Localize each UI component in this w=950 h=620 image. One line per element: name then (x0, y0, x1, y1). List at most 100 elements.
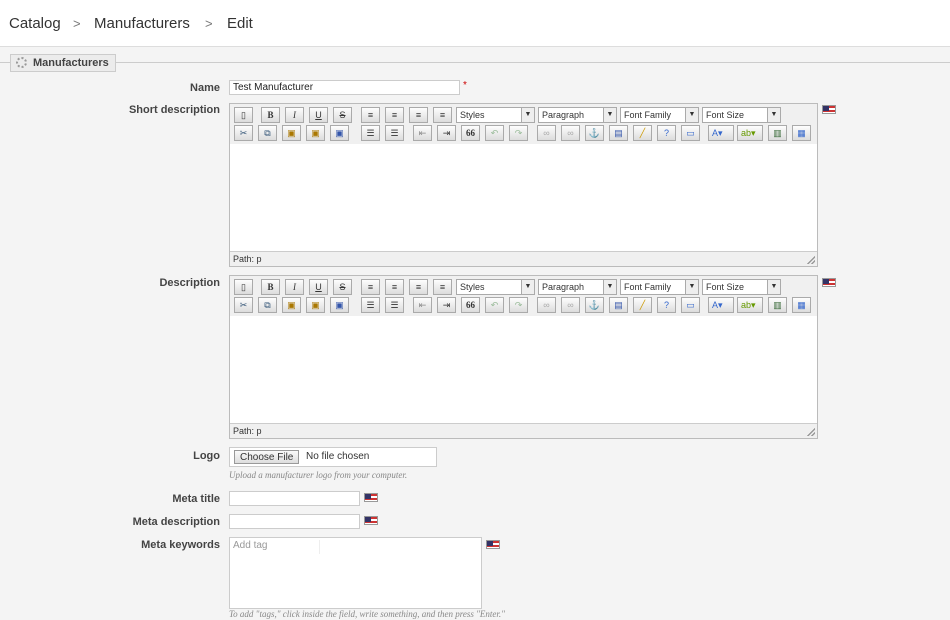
paste-word-icon[interactable]: ▣ (330, 297, 349, 313)
paste-word-icon[interactable]: ▣ (330, 125, 349, 141)
align-left-icon[interactable]: ≡ (361, 279, 380, 295)
copy-icon[interactable]: ⧉ (258, 297, 277, 313)
format-select[interactable]: Paragraph ▼ (538, 279, 617, 295)
flag-us-icon[interactable] (486, 540, 500, 549)
code-icon[interactable]: ▭ (681, 125, 700, 141)
fieldset-legend-text: Manufacturers (33, 57, 109, 69)
meta-keywords-tags[interactable]: Add tag (229, 537, 482, 609)
media-icon[interactable]: ▥ (768, 125, 787, 141)
cut-icon[interactable]: ✂ (234, 297, 253, 313)
underline-icon[interactable]: U (309, 279, 328, 295)
font-family-select[interactable]: Font Family ▼ (620, 107, 699, 123)
anchor-icon[interactable]: ⚓ (585, 297, 604, 313)
name-input[interactable]: Test Manufacturer (229, 80, 460, 95)
image-icon[interactable]: ▤ (609, 297, 628, 313)
flag-us-icon[interactable] (822, 278, 836, 287)
bullet-list-icon[interactable]: ☰ (361, 297, 380, 313)
text-color-icon[interactable]: A▾ (708, 125, 734, 141)
font-family-select[interactable]: Font Family ▼ (620, 279, 699, 295)
outdent-icon[interactable]: ⇤ (413, 125, 432, 141)
indent-icon[interactable]: ⇥ (437, 125, 456, 141)
meta-title-input[interactable] (229, 491, 360, 506)
breadcrumb-catalog[interactable]: Catalog (9, 15, 61, 32)
table-icon[interactable]: ▦ (792, 125, 811, 141)
styles-select[interactable]: Styles ▼ (456, 107, 535, 123)
redo-icon[interactable]: ↷ (509, 125, 528, 141)
editor-path: Path: p (233, 254, 262, 264)
strikethrough-icon[interactable]: S (333, 107, 352, 123)
unlink-icon[interactable]: ∞ (561, 297, 580, 313)
logo-file-input[interactable]: Choose File No file chosen (229, 447, 437, 467)
format-select-value: Paragraph (542, 282, 585, 292)
paste-icon[interactable]: ▣ (282, 297, 301, 313)
link-icon[interactable]: ∞ (537, 297, 556, 313)
numbered-list-icon[interactable]: ☰ (385, 125, 404, 141)
italic-icon[interactable]: I (285, 107, 304, 123)
copy-icon[interactable]: ⧉ (258, 125, 277, 141)
help-icon[interactable]: ? (657, 297, 676, 313)
undo-icon[interactable]: ↶ (485, 297, 504, 313)
table-icon[interactable]: ▦ (792, 297, 811, 313)
new-document-icon[interactable]: ▯ (234, 107, 253, 123)
paste-text-icon[interactable]: ▣ (306, 297, 325, 313)
outdent-icon[interactable]: ⇤ (413, 297, 432, 313)
resize-grip-icon[interactable] (807, 256, 815, 264)
link-icon[interactable]: ∞ (537, 125, 556, 141)
unlink-icon[interactable]: ∞ (561, 125, 580, 141)
add-tag-input[interactable]: Add tag (233, 540, 320, 554)
bold-icon[interactable]: B (261, 279, 280, 295)
font-family-select-value: Font Family (624, 282, 672, 292)
breadcrumb-manufacturers[interactable]: Manufacturers (94, 15, 190, 32)
code-icon[interactable]: ▭ (681, 297, 700, 313)
italic-icon[interactable]: I (285, 279, 304, 295)
resize-grip-icon[interactable] (807, 428, 815, 436)
anchor-icon[interactable]: ⚓ (585, 125, 604, 141)
chevron-down-icon: ▼ (685, 280, 698, 294)
cut-icon[interactable]: ✂ (234, 125, 253, 141)
font-family-select-value: Font Family (624, 110, 672, 120)
description-content[interactable] (230, 316, 817, 424)
meta-description-input[interactable] (229, 514, 360, 529)
styles-select[interactable]: Styles ▼ (456, 279, 535, 295)
paste-text-icon[interactable]: ▣ (306, 125, 325, 141)
indent-icon[interactable]: ⇥ (437, 297, 456, 313)
image-icon[interactable]: ▤ (609, 125, 628, 141)
font-size-select[interactable]: Font Size ▼ (702, 107, 781, 123)
meta-description-label: Meta description (132, 516, 220, 528)
align-center-icon[interactable]: ≡ (385, 279, 404, 295)
underline-icon[interactable]: U (309, 107, 328, 123)
bold-icon[interactable]: B (261, 107, 280, 123)
cleanup-icon[interactable]: ╱ (633, 125, 652, 141)
flag-us-icon[interactable] (364, 516, 378, 525)
breadcrumb-edit: Edit (227, 15, 253, 32)
highlight-color-icon[interactable]: ab▾ (737, 297, 763, 313)
numbered-list-icon[interactable]: ☰ (385, 297, 404, 313)
align-justify-icon[interactable]: ≡ (433, 279, 452, 295)
align-justify-icon[interactable]: ≡ (433, 107, 452, 123)
flag-us-icon[interactable] (822, 105, 836, 114)
blockquote-icon[interactable]: 66 (461, 125, 480, 141)
editor-statusbar: Path: p (230, 251, 817, 266)
media-icon[interactable]: ▥ (768, 297, 787, 313)
font-size-select[interactable]: Font Size ▼ (702, 279, 781, 295)
paste-icon[interactable]: ▣ (282, 125, 301, 141)
undo-icon[interactable]: ↶ (485, 125, 504, 141)
strikethrough-icon[interactable]: S (333, 279, 352, 295)
new-document-icon[interactable]: ▯ (234, 279, 253, 295)
flag-us-icon[interactable] (364, 493, 378, 502)
redo-icon[interactable]: ↷ (509, 297, 528, 313)
text-color-icon[interactable]: A▾ (708, 297, 734, 313)
align-right-icon[interactable]: ≡ (409, 279, 428, 295)
short-description-content[interactable] (230, 144, 817, 252)
align-left-icon[interactable]: ≡ (361, 107, 380, 123)
format-select[interactable]: Paragraph ▼ (538, 107, 617, 123)
align-center-icon[interactable]: ≡ (385, 107, 404, 123)
bullet-list-icon[interactable]: ☰ (361, 125, 380, 141)
blockquote-icon[interactable]: 66 (461, 297, 480, 313)
choose-file-button[interactable]: Choose File (234, 450, 300, 464)
font-size-select-value: Font Size (706, 110, 745, 120)
help-icon[interactable]: ? (657, 125, 676, 141)
align-right-icon[interactable]: ≡ (409, 107, 428, 123)
cleanup-icon[interactable]: ╱ (633, 297, 652, 313)
highlight-color-icon[interactable]: ab▾ (737, 125, 763, 141)
